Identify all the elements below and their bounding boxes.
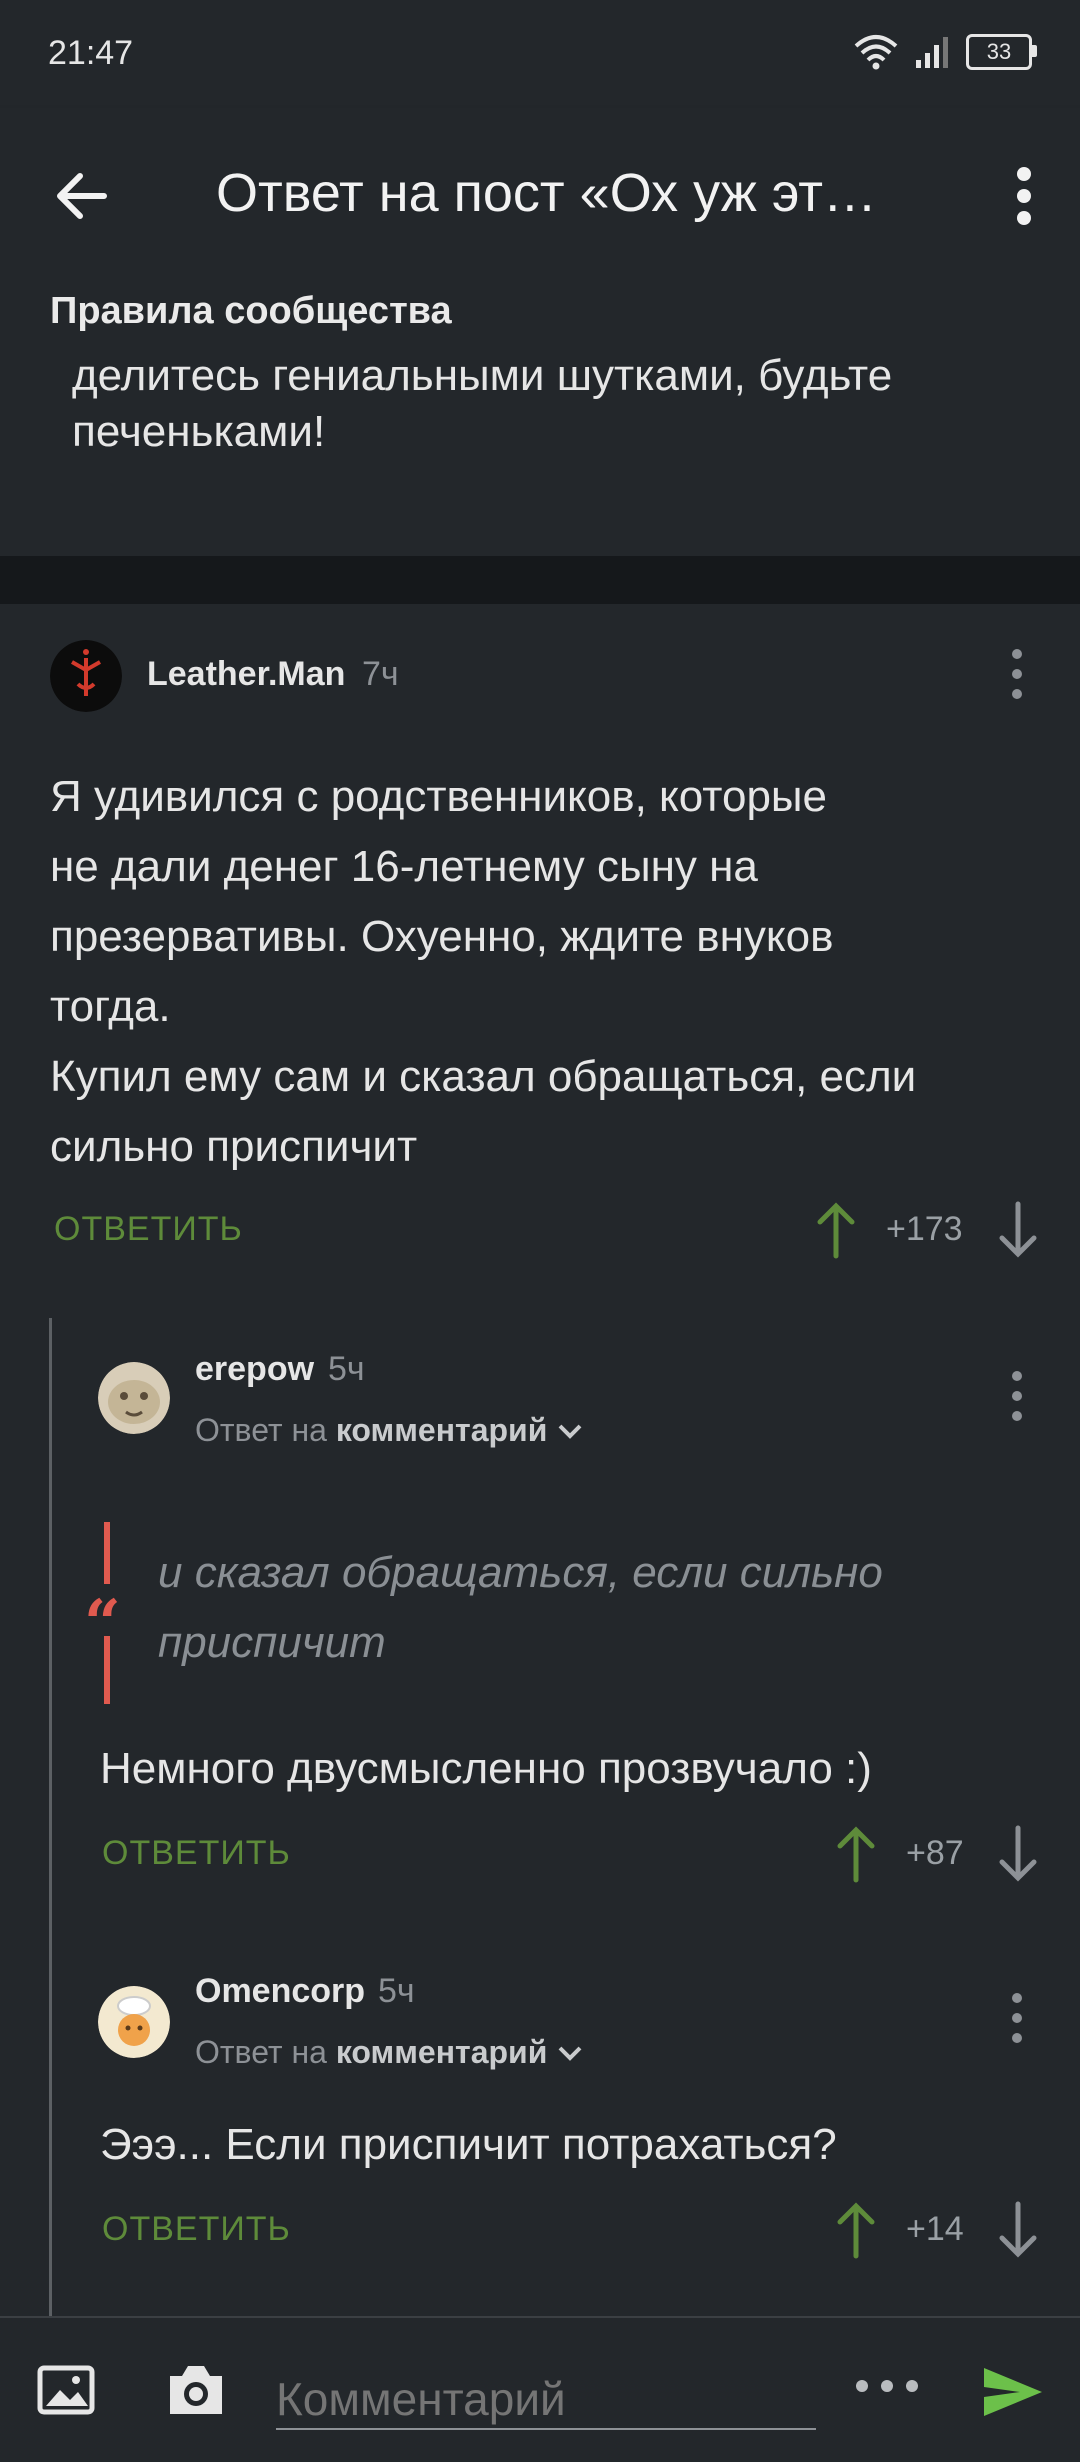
comment-line: сильно приспичит — [50, 1122, 418, 1171]
reply-to-link[interactable]: Ответ на комментарий — [195, 2034, 584, 2071]
comment-input[interactable] — [276, 2370, 816, 2430]
app-bar: Ответ на пост «Ох уж эт… — [0, 108, 1080, 278]
upvote-icon[interactable] — [836, 1824, 876, 1884]
comment-line: не дали денег 16-летнему сыну на — [50, 842, 758, 891]
quote-bar-top — [104, 1522, 110, 1584]
status-time: 21:47 — [48, 34, 134, 72]
comment-rating: +173 — [886, 1210, 963, 1248]
more-horiz-icon[interactable] — [852, 2374, 922, 2398]
comment-text: Эээ... Если приспичит потрахаться? — [100, 2120, 837, 2169]
comment-text: Немного двусмысленно прозвучало :) — [100, 1744, 872, 1793]
avatar[interactable] — [50, 640, 122, 712]
reply-button[interactable]: ОТВЕТИТЬ — [54, 1210, 243, 1249]
community-rules: Правила сообщества делитесь гениальными … — [0, 278, 1080, 556]
comment-time: 7ч — [362, 655, 399, 693]
comment-menu-icon[interactable] — [1002, 1988, 1032, 2048]
thread-line[interactable] — [49, 1318, 52, 2320]
more-vert-icon[interactable] — [994, 160, 1054, 232]
section-divider — [0, 556, 1080, 604]
camera-icon[interactable] — [164, 2360, 228, 2420]
comment-author[interactable]: Omencorp — [195, 1972, 365, 2011]
comment-composer — [0, 2316, 1080, 2462]
upvote-icon[interactable] — [836, 2200, 876, 2260]
reply-to-prefix: Ответ на — [195, 2034, 327, 2070]
reply-button[interactable]: ОТВЕТИТЬ — [102, 1834, 291, 1873]
back-arrow-icon[interactable] — [48, 160, 120, 232]
downvote-icon[interactable] — [998, 2200, 1038, 2260]
comment-text: Я удивился с родственников, которые не д… — [50, 762, 1030, 1182]
downvote-icon[interactable] — [998, 1824, 1038, 1884]
reply-button[interactable]: ОТВЕТИТЬ — [102, 2210, 291, 2249]
reply-to-prefix: Ответ на — [195, 1412, 327, 1448]
reply-to-link[interactable]: Ответ на комментарий — [195, 1412, 584, 1449]
page-title: Ответ на пост «Ох уж эт… — [216, 163, 877, 223]
rules-heading: Правила сообщества — [50, 290, 452, 332]
comment-rating: +87 — [906, 1834, 964, 1872]
comment-author[interactable]: Leather.Man — [147, 655, 345, 694]
rules-text: делитесь гениальными шутками, будьте печ… — [72, 351, 893, 456]
comment-time: 5ч — [378, 1972, 415, 2010]
quote-text: и сказал обращаться, если сильно приспич… — [158, 1538, 978, 1678]
upvote-icon[interactable] — [816, 1200, 856, 1260]
status-icons: 33 — [854, 34, 1037, 70]
comment-time: 5ч — [328, 1350, 365, 1388]
wifi-icon — [854, 35, 898, 70]
comment-rating: +14 — [906, 2210, 964, 2248]
chevron-down-icon — [558, 2046, 582, 2061]
status-bar: 21:47 33 — [0, 0, 1080, 108]
send-icon[interactable] — [980, 2364, 1046, 2420]
comment-line: Купил ему сам и сказал обращаться, если — [50, 1052, 917, 1101]
quote-bar-bottom — [104, 1636, 110, 1704]
comment-line: Я удивился с родственников, которые — [50, 772, 828, 821]
downvote-icon[interactable] — [998, 1200, 1038, 1260]
image-icon[interactable] — [36, 2360, 96, 2420]
comment-menu-icon[interactable] — [1002, 1366, 1032, 1426]
quote-line: и сказал обращаться, если сильно — [158, 1548, 883, 1597]
reply-to-target: комментарий — [335, 2034, 548, 2070]
chevron-down-icon — [558, 1424, 582, 1439]
comment-author[interactable]: erepow — [195, 1350, 314, 1389]
signal-icon — [916, 37, 948, 68]
reply-to-target: комментарий — [335, 1412, 548, 1448]
avatar[interactable] — [98, 1986, 170, 2058]
quote-icon: “ — [84, 1586, 121, 1661]
comment-menu-icon[interactable] — [1002, 644, 1032, 704]
avatar[interactable] — [98, 1362, 170, 1434]
quote-line: приспичит — [158, 1618, 386, 1667]
comment-line: презервативы. Охуенно, ждите внуков — [50, 912, 834, 961]
battery-icon: 33 — [966, 34, 1037, 70]
comment-line: тогда. — [50, 982, 171, 1031]
